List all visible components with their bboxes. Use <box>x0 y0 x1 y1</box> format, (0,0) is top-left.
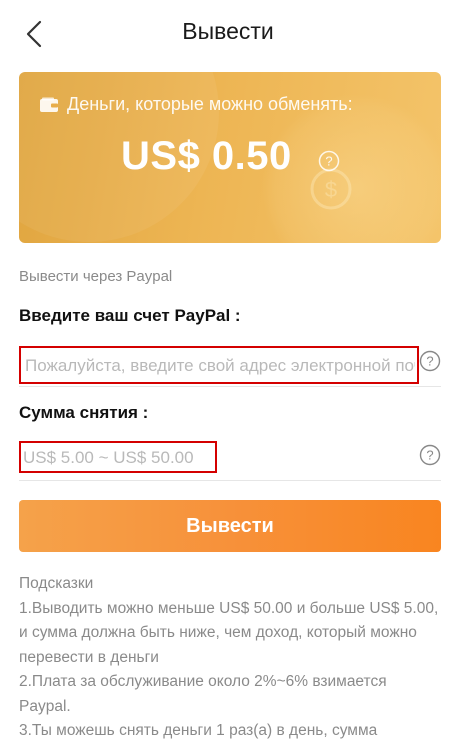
balance-label-row: Деньги, которые можно обменять: <box>39 94 353 115</box>
svg-text:?: ? <box>426 354 433 369</box>
hint-item: 2.Плата за обслуживание около 2%~6% взим… <box>19 673 387 715</box>
withdraw-amount-label: Сумма снятия : <box>19 403 149 422</box>
divider <box>19 480 441 481</box>
app-header: Вывести <box>0 0 456 66</box>
withdraw-button[interactable]: Вывести <box>19 500 441 552</box>
paypal-email-input[interactable] <box>25 351 415 381</box>
wallet-icon <box>40 97 58 112</box>
hint-item: 3.Ты можешь снять деньги 1 раз(а) в день… <box>19 722 378 739</box>
page-title: Вывести <box>182 18 274 44</box>
svg-text:?: ? <box>325 154 332 169</box>
paypal-email-field-highlight <box>19 346 419 384</box>
hints-section: Подсказки 1.Выводить можно меньше US$ 50… <box>19 572 441 744</box>
balance-amount: US$ 0.50 <box>121 134 292 178</box>
paypal-account-label: Введите ваш счет PayPal : <box>19 306 241 325</box>
dollar-watermark-icon: $ <box>310 168 352 210</box>
help-icon[interactable]: ? <box>419 444 441 466</box>
help-icon[interactable]: ? <box>419 350 441 372</box>
balance-label: Деньги, которые можно обменять: <box>67 94 353 114</box>
svg-text:$: $ <box>325 177 337 202</box>
amount-field-highlight <box>19 441 217 473</box>
divider <box>19 386 441 387</box>
svg-text:?: ? <box>426 448 433 463</box>
hints-title: Подсказки <box>19 575 94 592</box>
hint-item: 1.Выводить можно меньше US$ 50.00 и боль… <box>19 599 439 666</box>
question-circle-icon[interactable]: ? <box>318 150 340 172</box>
amount-input[interactable] <box>23 445 213 471</box>
withdraw-method-label: Вывести через Paypal <box>19 268 173 285</box>
